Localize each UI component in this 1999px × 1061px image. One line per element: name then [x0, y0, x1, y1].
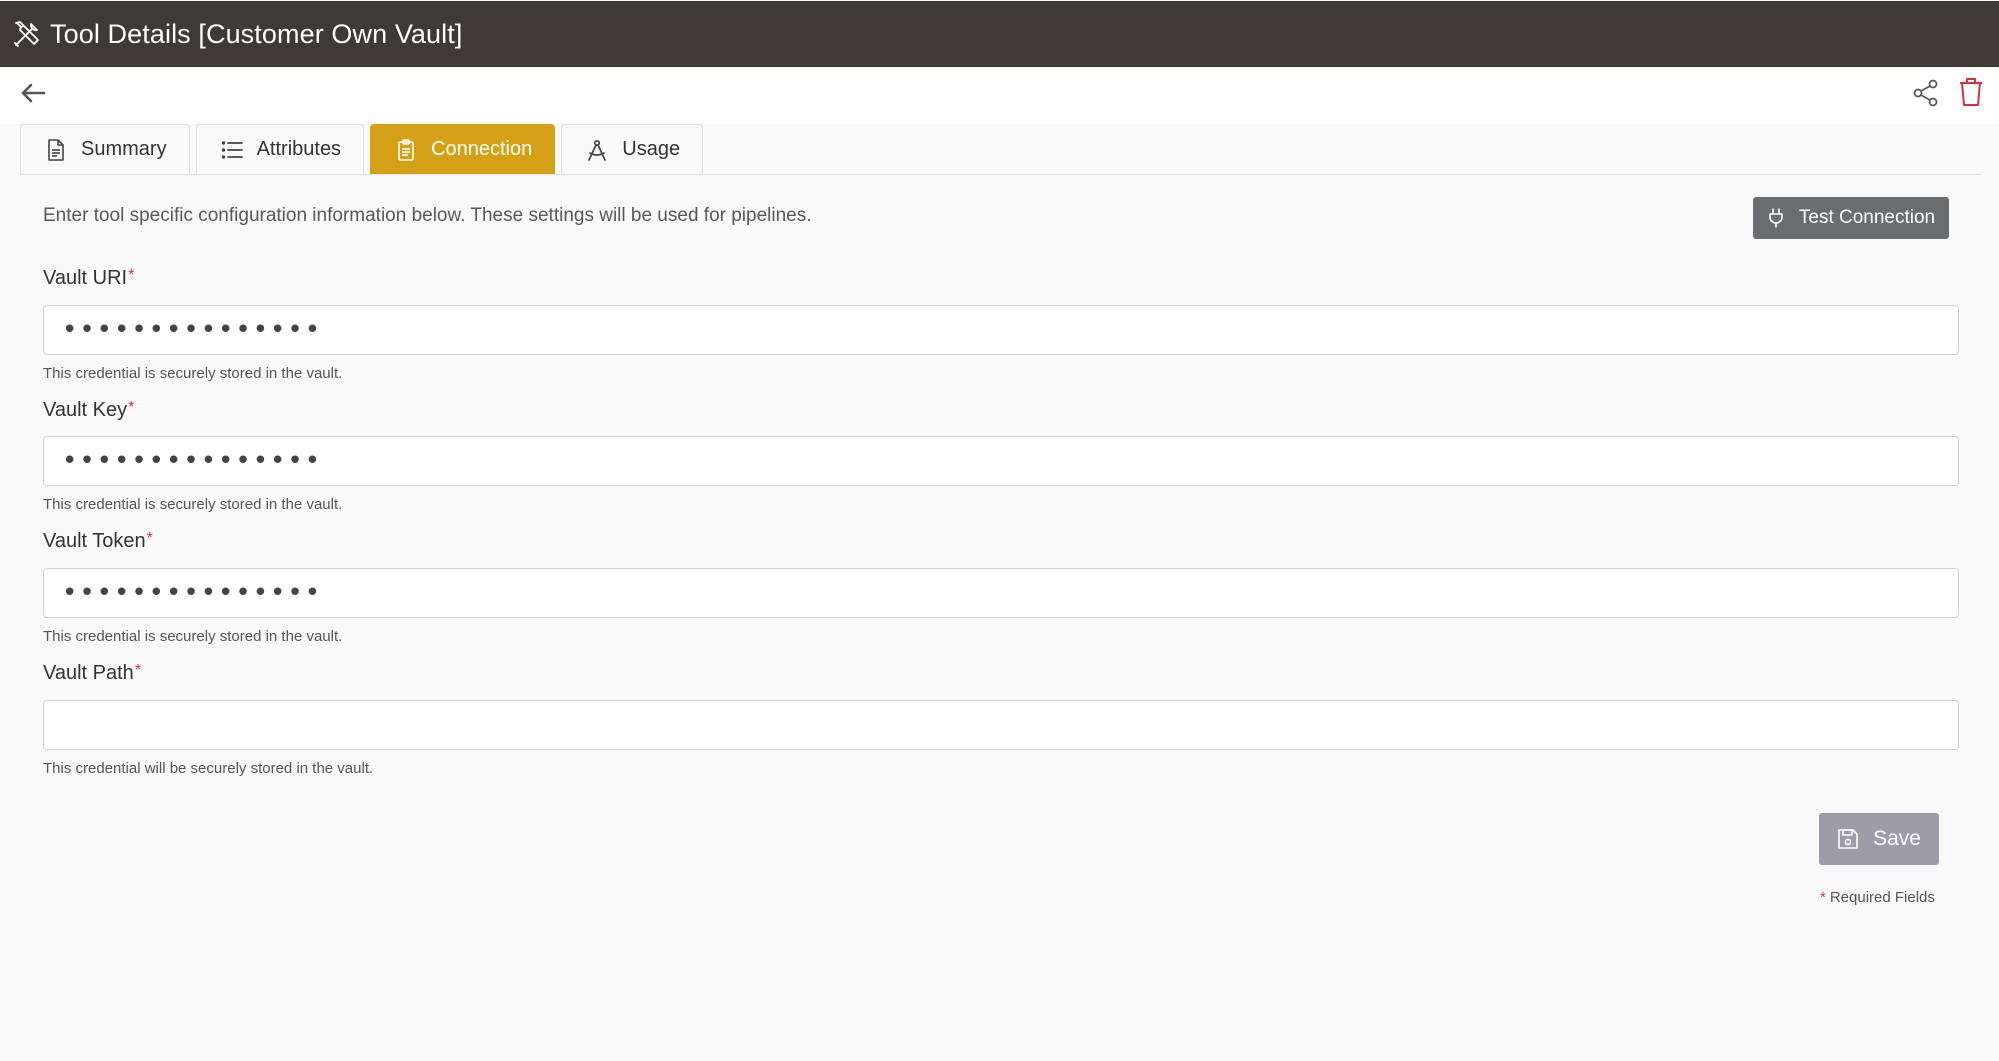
save-label: Save: [1873, 827, 1921, 850]
arrow-left-icon: [20, 82, 46, 109]
test-connection-label: Test Connection: [1798, 207, 1936, 228]
back-button[interactable]: [18, 80, 48, 110]
required-fields-text: Required Fields: [1829, 889, 1935, 906]
vault-key-label-text: Vault Key: [43, 399, 128, 421]
page-title: Tool Details [Customer Own Vault]: [50, 18, 463, 49]
vault-uri-label: Vault URI*: [43, 267, 134, 290]
test-connection-button[interactable]: Test Connection: [1753, 197, 1949, 239]
tab-divider: [20, 174, 1982, 175]
tools-icon: [12, 19, 42, 49]
vault-path-label-text: Vault Path: [43, 662, 134, 684]
vault-token-help: This credential is securely stored in th…: [43, 628, 343, 645]
required-mark: *: [128, 399, 135, 416]
tab-summary-label: Summary: [81, 138, 167, 160]
vault-path-help: This credential will be securely stored …: [43, 760, 374, 777]
tab-attributes-label: Attributes: [256, 138, 342, 160]
vault-token-label: Vault Token*: [43, 530, 153, 553]
delete-button[interactable]: [1956, 77, 1986, 111]
tab-usage-label: Usage: [622, 138, 681, 160]
clipboard-icon: [395, 138, 417, 161]
tab-attributes[interactable]: Attributes: [195, 124, 365, 174]
tab-bar: Summary Attributes Connection Usage: [20, 124, 709, 176]
required-mark: *: [146, 530, 153, 547]
vault-uri-help: This credential is securely stored in th…: [43, 365, 343, 382]
tab-connection[interactable]: Connection: [370, 124, 556, 174]
vault-key-input[interactable]: •••••••••••••••: [43, 436, 1959, 486]
share-icon: [1913, 79, 1939, 112]
vault-token-input[interactable]: •••••••••••••••: [43, 568, 1959, 618]
file-icon: [45, 138, 67, 161]
title-bar: Tool Details [Customer Own Vault]: [0, 1, 1999, 67]
required-mark: *: [134, 662, 142, 679]
tab-connection-label: Connection: [431, 138, 533, 160]
vault-path-label: Vault Path*: [43, 662, 141, 685]
vault-token-label-text: Vault Token: [43, 530, 146, 552]
tab-usage[interactable]: Usage: [561, 124, 704, 174]
save-icon: [1837, 828, 1859, 850]
vault-uri-input[interactable]: •••••••••••••••: [43, 305, 1959, 355]
required-fields-note: * Required Fields: [1820, 889, 1935, 906]
tab-summary[interactable]: Summary: [20, 124, 190, 174]
share-button[interactable]: [1910, 78, 1942, 112]
trash-icon: [1958, 77, 1984, 112]
required-mark: *: [128, 267, 135, 284]
compass-icon: [586, 139, 608, 161]
vault-uri-label-text: Vault URI: [43, 267, 128, 289]
intro-text: Enter tool specific configuration inform…: [43, 205, 812, 226]
list-icon: [221, 139, 243, 161]
required-mark: *: [1820, 889, 1826, 906]
vault-key-help: This credential is securely stored in th…: [43, 496, 343, 513]
plug-icon: [1767, 208, 1785, 228]
action-bar: [0, 68, 1999, 124]
vault-key-label: Vault Key*: [43, 399, 134, 422]
vault-path-input[interactable]: [43, 700, 1959, 750]
save-button[interactable]: Save: [1819, 813, 1939, 865]
